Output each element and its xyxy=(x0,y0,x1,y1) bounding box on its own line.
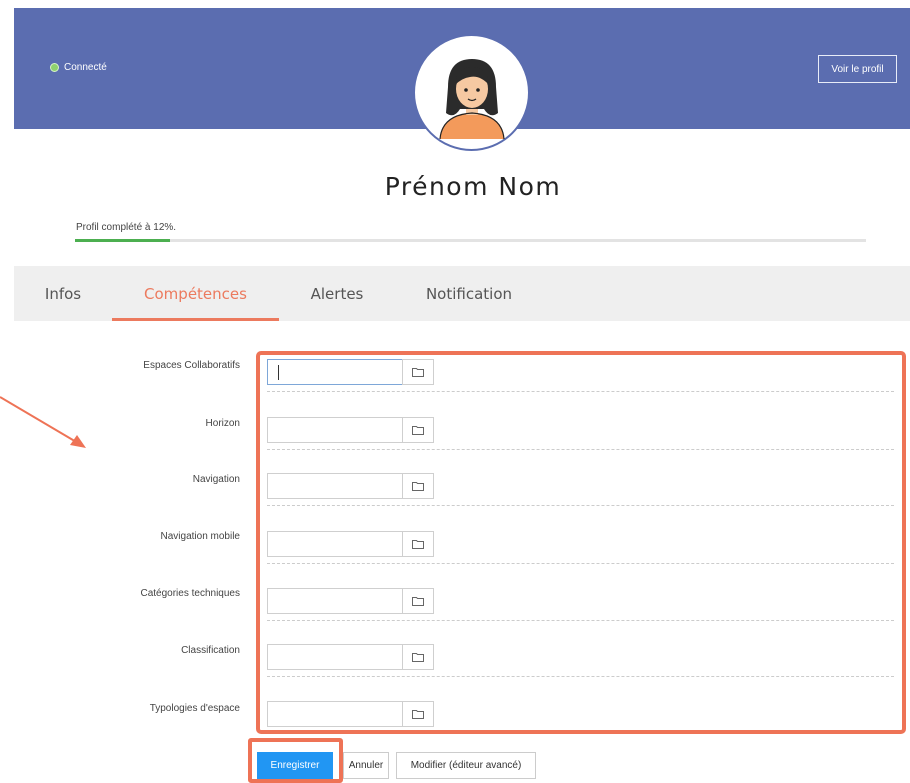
save-button[interactable]: Enregistrer xyxy=(257,752,333,779)
categories-techniques-input[interactable] xyxy=(267,588,403,614)
horizon-browse-button[interactable] xyxy=(402,417,434,443)
advanced-editor-button[interactable]: Modifier (éditeur avancé) xyxy=(396,752,536,779)
annotation-arrow-icon xyxy=(0,396,86,448)
tab-competences[interactable]: Compétences xyxy=(112,266,279,321)
navigation-input[interactable] xyxy=(267,473,403,499)
field-divider xyxy=(267,391,894,392)
horizon-input[interactable] xyxy=(267,417,403,443)
field-divider xyxy=(267,505,894,506)
field-divider xyxy=(267,563,894,564)
profile-completion-fill xyxy=(75,239,170,242)
categories-techniques-browse-button[interactable] xyxy=(402,588,434,614)
view-profile-button[interactable]: Voir le profil xyxy=(818,55,897,83)
navigation-browse-button[interactable] xyxy=(402,473,434,499)
typologies-espace-input[interactable] xyxy=(267,701,403,727)
folder-icon xyxy=(412,482,424,491)
profile-completion-bar xyxy=(75,239,866,242)
field-divider xyxy=(267,620,894,621)
active-tab-indicator xyxy=(112,318,279,321)
folder-icon xyxy=(412,426,424,435)
field-label-navigation-mobile: Navigation mobile xyxy=(160,531,241,542)
field-label-classification: Classification xyxy=(181,645,240,656)
profile-completion-label: Profil complété à 12%. xyxy=(76,222,177,233)
user-name: Prénom Nom xyxy=(384,172,562,201)
navigation-mobile-browse-button[interactable] xyxy=(402,531,434,557)
folder-icon xyxy=(412,710,424,719)
classification-browse-button[interactable] xyxy=(402,644,434,670)
field-label-horizon: Horizon xyxy=(205,418,240,429)
field-label-espaces-collaboratifs: Espaces Collaboratifs xyxy=(143,360,240,371)
field-divider xyxy=(267,449,894,450)
espaces-collaboratifs-browse-button[interactable] xyxy=(402,359,434,385)
folder-icon xyxy=(412,653,424,662)
field-label-typologies-espace: Typologies d'espace xyxy=(149,703,240,714)
typologies-espace-browse-button[interactable] xyxy=(402,701,434,727)
field-label-categories-techniques: Catégories techniques xyxy=(140,588,240,599)
tab-alertes[interactable]: Alertes xyxy=(294,266,380,321)
folder-icon xyxy=(412,540,424,549)
avatar xyxy=(413,34,530,151)
field-label-navigation: Navigation xyxy=(192,474,240,485)
tab-infos[interactable]: Infos xyxy=(14,266,112,321)
user-avatar-icon xyxy=(438,58,505,139)
tab-notification[interactable]: Notification xyxy=(409,266,529,321)
folder-icon xyxy=(412,597,424,606)
status-label: Connecté xyxy=(64,62,107,73)
profile-tabs: Infos Compétences Alertes Notification xyxy=(14,266,910,321)
field-divider xyxy=(267,676,894,677)
classification-input[interactable] xyxy=(267,644,403,670)
espaces-collaboratifs-input[interactable] xyxy=(267,359,403,385)
connection-status: Connecté xyxy=(50,62,107,73)
status-dot-icon xyxy=(50,63,59,72)
navigation-mobile-input[interactable] xyxy=(267,531,403,557)
cancel-button[interactable]: Annuler xyxy=(343,752,389,779)
folder-icon xyxy=(412,368,424,377)
